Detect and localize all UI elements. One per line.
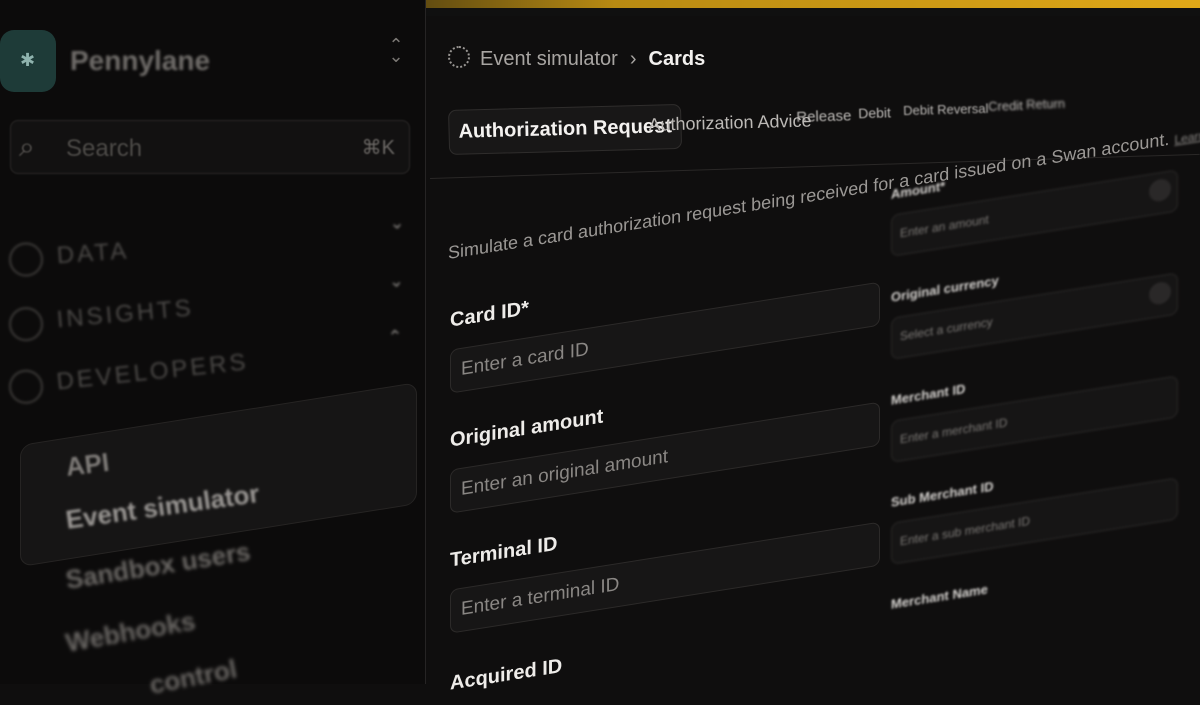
merchant-id-placeholder: Enter a merchant ID (900, 415, 1008, 447)
breadcrumb: Event simulator › Cards (448, 46, 705, 71)
logo-icon: ✱ (20, 50, 36, 70)
section-label: INSIGHTS (55, 294, 195, 334)
original-currency-label: Original currency (891, 272, 999, 305)
breadcrumb-parent[interactable]: Event simulator (480, 48, 618, 70)
amount-placeholder: Enter an amount (900, 212, 989, 241)
terminal-id-label: Terminal ID (450, 532, 558, 572)
chevron-up-down-icon[interactable]: ⌃ ⌄ (386, 36, 406, 65)
right-form-column: Amount* Enter an amount Original currenc… (891, 69, 1181, 612)
chevron-down-icon[interactable]: ⌄ (388, 270, 405, 292)
simulator-form: Simulate a card authorization request be… (448, 65, 1200, 705)
chevron-up-icon[interactable]: ⌃ (387, 326, 404, 348)
search-icon: ⌕ (19, 131, 35, 162)
original-amount-label: Original amount (450, 405, 604, 452)
database-icon (7, 241, 45, 278)
org-logo[interactable]: ✱ (0, 30, 56, 92)
card-id-label: Card ID* (450, 297, 529, 332)
currency-icon (1149, 177, 1171, 203)
sidebar-section-data[interactable]: DATA ⌄ (4, 212, 406, 280)
chevron-down-icon[interactable]: ⌄ (389, 212, 406, 234)
section-label: DATA (55, 237, 131, 270)
tab-authorization-request[interactable]: Authorization Request (448, 103, 683, 155)
main-panel: Event simulator › Cards Authorization Requ… (426, 0, 1200, 695)
breadcrumb-current: Cards (648, 48, 706, 70)
simulator-icon (448, 46, 470, 68)
org-name[interactable]: Pennylane (70, 45, 210, 77)
sidebar-item-api[interactable]: API (64, 447, 111, 483)
search-shortcut: ⌘K (361, 137, 395, 159)
learn-more-link[interactable]: Learn more (1174, 123, 1200, 147)
chevron-down-icon (1149, 280, 1171, 306)
sidebar-item-control[interactable]: control (147, 653, 239, 700)
sidebar-item-webhooks[interactable]: Webhooks (63, 605, 197, 658)
search-placeholder: Search (66, 135, 143, 162)
merchant-name-label: Merchant Name (891, 581, 988, 612)
sub-merchant-id-label: Sub Merchant ID (891, 478, 994, 510)
section-label: DEVELOPERS (55, 348, 250, 396)
merchant-id-label: Merchant ID (891, 381, 966, 408)
currency-placeholder: Select a currency (900, 314, 993, 344)
developers-icon (7, 368, 45, 406)
sidebar: ✱ Pennylane ⌃ ⌄ ⌕ Search ⌘K DATA ⌄ INSIGH… (0, 0, 426, 700)
insights-icon (7, 305, 45, 343)
search-bar[interactable]: ⌕ Search ⌘K (10, 120, 410, 174)
sub-merchant-id-placeholder: Enter a sub merchant ID (900, 513, 1031, 549)
acquired-id-label: Acquired ID (450, 654, 563, 695)
chevron-right-icon: › (629, 48, 637, 70)
